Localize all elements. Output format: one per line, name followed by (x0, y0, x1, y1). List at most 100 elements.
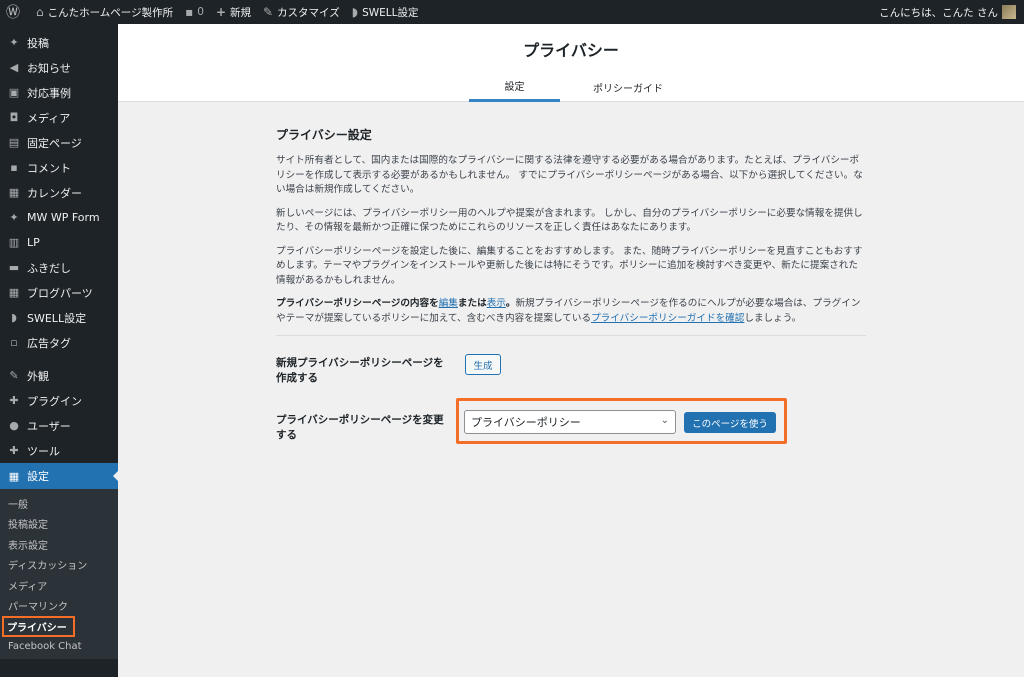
sidebar-item-label: ユーザー (27, 419, 71, 433)
bubble-icon: ▬ (8, 261, 20, 274)
sidebar-item-17[interactable]: ▦ 設定 (0, 463, 118, 489)
site-name-link[interactable]: ⌂ こんたホームページ製作所 (30, 0, 179, 24)
sidebar-item-1[interactable]: ◀ お知らせ (0, 55, 118, 80)
sidebar-item-11[interactable]: ◗ SWELL設定 (0, 305, 118, 330)
tab-nav: 設定 ポリシーガイド (118, 72, 1024, 102)
calendar-icon: ▦ (8, 186, 20, 199)
submenu-item-1[interactable]: 投稿設定 (0, 514, 118, 535)
policy-page-select[interactable]: プライバシーポリシー ⌄ (464, 410, 676, 434)
document-icon: ▥ (8, 236, 20, 249)
create-policy-label: 新規プライバシーポリシーページを作成する (276, 357, 444, 384)
page-icon: ▤ (8, 136, 20, 149)
sidebar-item-label: ふきだし (27, 261, 71, 275)
brush-icon: ✎ (263, 5, 274, 19)
archive-icon: ▣ (8, 86, 20, 99)
sidebar-item-label: カレンダー (27, 186, 82, 200)
swell-icon: ◗ (351, 5, 359, 19)
divider (276, 335, 866, 336)
settings-submenu: 一般 投稿設定 表示設定 ディスカッション メディア パーマリンク プライバシー Facebo… (0, 489, 118, 659)
sidebar-item-label: 投稿 (27, 36, 49, 50)
sidebar-item-14[interactable]: ✚ プラグイン (0, 388, 118, 413)
sidebar-item-5[interactable]: ▪ コメント (0, 155, 118, 180)
help-paragraph: 新しいページには、プライバシーポリシー用のヘルプや提案が含まれます。 しかし、自… (276, 207, 863, 234)
new-content-link[interactable]: + 新規 (210, 0, 257, 24)
sidebar-item-label: 対応事例 (27, 86, 71, 100)
brush-icon: ✎ (9, 369, 19, 382)
sidebar-item-4[interactable]: ▤ 固定ページ (0, 130, 118, 155)
change-policy-label: プライバシーポリシーページを変更する (276, 414, 444, 441)
guide-paragraph: プライバシーポリシーページの内容を編集または表示。新規プライバシーポリシーページ… (276, 298, 861, 324)
submenu-item-4[interactable]: メディア (0, 575, 118, 596)
sidebar-item-3[interactable]: ◘ メディア (0, 105, 118, 130)
sidebar-item-7[interactable]: ✦ MW WP Form (0, 205, 118, 230)
sidebar-item-10[interactable]: ▦ ブログパーツ (0, 280, 118, 305)
avatar (1002, 5, 1016, 19)
view-link[interactable]: 表示 (487, 298, 506, 309)
user-icon: ● (9, 419, 19, 432)
sidebar-item-label: メディア (27, 111, 71, 125)
section-heading: プライバシー設定 (276, 128, 372, 142)
settings-icon: ▦ (8, 469, 20, 483)
submenu-item-7[interactable]: Facebook Chat (0, 637, 118, 658)
admin-sidebar: ✦ 投稿 ◀ お知らせ ▣ 対応事例 ◘ メディア ▤ 固定ページ ▪ コメント ▦ カレンダー ✦ MW W… (0, 24, 118, 677)
sidebar-item-13[interactable]: ✎ 外観 (0, 363, 118, 388)
sidebar-item-8[interactable]: ▥ LP (0, 230, 118, 255)
intro-paragraph: サイト所有者として、国内または国際的なプライバシーに関する法律を遵守する必要があ… (276, 155, 863, 195)
comment-icon: ▪ (10, 161, 18, 174)
sidebar-item-label: LP (27, 236, 40, 249)
my-account[interactable]: こんにちは、こんた さん (879, 5, 1024, 20)
sidebar-item-label: 固定ページ (27, 136, 82, 150)
sidebar-item-label: コメント (27, 161, 71, 175)
page-header: プライバシー 設定 ポリシーガイド (118, 24, 1024, 102)
home-icon: ⌂ (36, 5, 44, 19)
submenu-item-5[interactable]: パーマリンク (0, 596, 118, 617)
sidebar-item-12[interactable]: ▫ 広告タグ (0, 330, 118, 355)
sidebar-item-label: 設定 (27, 470, 49, 483)
sidebar-item-16[interactable]: ✚ ツール (0, 438, 118, 463)
plugin-icon: ✚ (9, 394, 19, 407)
pin-icon: ✦ (9, 36, 19, 49)
ad-icon: ▫ (10, 336, 18, 349)
customize-link[interactable]: ✎ カスタマイズ (257, 0, 346, 24)
chevron-down-icon: ⌄ (660, 415, 669, 426)
sidebar-item-6[interactable]: ▦ カレンダー (0, 180, 118, 205)
sidebar-item-2[interactable]: ▣ 対応事例 (0, 80, 118, 105)
create-policy-button[interactable]: 生成 (465, 354, 501, 375)
swell-settings-link[interactable]: ◗ SWELL設定 (346, 0, 425, 24)
sidebar-item-label: お知らせ (27, 61, 71, 75)
sidebar-item-label: プラグイン (27, 394, 82, 408)
megaphone-icon: ◀ (9, 61, 19, 74)
page-title: プライバシー (523, 41, 619, 60)
sidebar-item-15[interactable]: ● ユーザー (0, 413, 118, 438)
grid-icon: ▦ (8, 286, 20, 299)
wordpress-logo-icon[interactable]: Ⓦ (0, 0, 30, 24)
sidebar-item-label: MW WP Form (27, 211, 100, 224)
use-this-page-button[interactable]: このページを使う (684, 412, 776, 433)
plus-icon: + (215, 5, 226, 19)
media-icon: ◘ (9, 111, 19, 124)
comment-icon: ▪ (185, 5, 194, 19)
recommendation-paragraph: プライバシーポリシーページを設定した後に、編集することをおすすめします。 また、… (276, 245, 863, 286)
tab-policy-guide[interactable]: ポリシーガイド (580, 72, 676, 102)
wrench-icon: ✚ (9, 444, 19, 457)
edit-link[interactable]: 編集 (439, 298, 458, 309)
sidebar-item-label: SWELL設定 (27, 311, 87, 325)
swell-icon: ◗ (11, 311, 17, 324)
tab-settings[interactable]: 設定 (469, 72, 560, 102)
policy-guide-link[interactable]: プライバシーポリシーガイドを確認 (591, 313, 744, 324)
comments-link[interactable]: ▪ 0 (179, 0, 210, 24)
menu-separator (0, 355, 118, 363)
submenu-item-2[interactable]: 表示設定 (0, 534, 118, 555)
submenu-item-3[interactable]: ディスカッション (0, 555, 118, 576)
submenu-item-6[interactable]: プライバシー (0, 615, 118, 637)
submenu-item-0[interactable]: 一般 (0, 493, 118, 514)
privacy-settings-content: プライバシー設定 サイト所有者として、国内または国際的なプライバシーに関する法律… (276, 126, 866, 336)
sidebar-item-9[interactable]: ▬ ふきだし (0, 255, 118, 280)
admin-bar: Ⓦ ⌂ こんたホームページ製作所 ▪ 0 + 新規 ✎ カスタマイズ ◗ SWELL設定 … (0, 0, 1024, 24)
pin-icon: ✦ (9, 211, 19, 224)
sidebar-item-label: ブログパーツ (27, 286, 93, 300)
sidebar-item-label: ツール (27, 444, 60, 458)
sidebar-item-label: 外観 (27, 369, 49, 383)
sidebar-item-label: 広告タグ (27, 336, 71, 350)
sidebar-item-0[interactable]: ✦ 投稿 (0, 30, 118, 55)
